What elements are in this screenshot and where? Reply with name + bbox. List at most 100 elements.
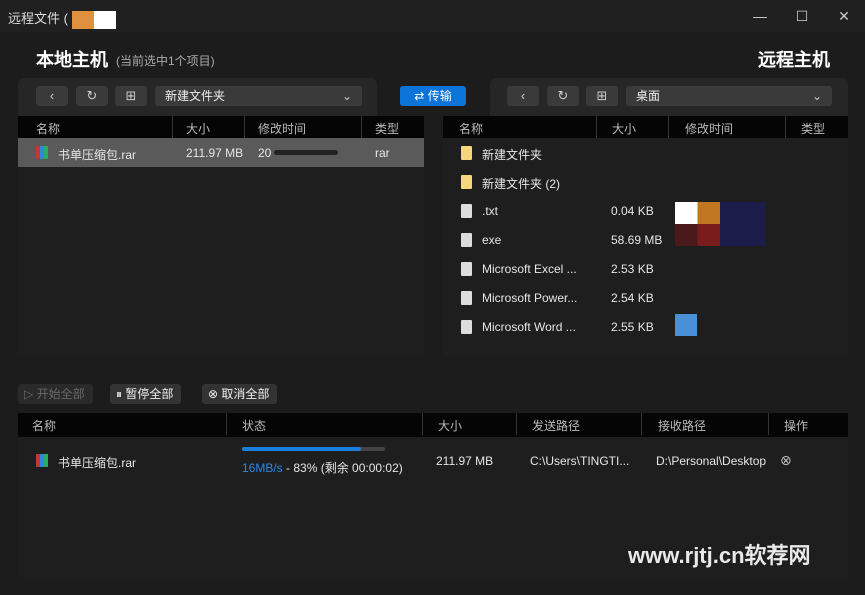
text-file-icon — [461, 204, 472, 218]
file-name: 书单压缩包.rar — [58, 148, 137, 162]
local-path-value: 新建文件夹 — [165, 89, 226, 103]
new-folder-icon[interactable]: ⊞ — [115, 86, 147, 106]
remote-host-title: 远程主机 — [758, 50, 830, 70]
cancel-all-button[interactable]: ⊗ 取消全部 — [202, 384, 278, 404]
table-row[interactable]: 新建文件夹 (2) — [443, 167, 848, 196]
file-size: 0.04 KB — [611, 204, 654, 218]
folder-icon — [461, 146, 472, 160]
cancel-all-label: 取消全部 — [221, 387, 270, 401]
table-row[interactable]: Microsoft Word ... 2.55 KB — [443, 312, 848, 341]
column-size[interactable]: 大小 — [438, 417, 462, 434]
table-header: 名称 大小 修改时间 类型 — [18, 116, 424, 138]
table-row[interactable]: exe 58.69 MB — [443, 225, 848, 254]
file-name: Microsoft Excel ... — [482, 262, 577, 276]
refresh-icon[interactable]: ↻ — [76, 86, 108, 106]
chevron-down-icon: ⌄ — [811, 89, 822, 103]
column-type[interactable]: 类型 — [801, 120, 825, 137]
redacted-block — [675, 224, 720, 246]
remote-path-select[interactable]: 桌面 ⌄ — [626, 86, 832, 106]
rar-file-icon — [36, 454, 48, 467]
redacted-block — [93, 10, 116, 29]
remote-file-table: 名称 大小 修改时间 类型 新建文件夹新建文件夹 (2) .txt 0.04 KB e… — [443, 116, 848, 355]
shortcut-icon — [461, 320, 472, 334]
file-size: 2.55 KB — [611, 320, 654, 334]
file-name: 新建文件夹 (2) — [482, 177, 561, 191]
shortcut-icon — [461, 262, 472, 276]
transfer-row[interactable]: 书单压缩包.rar 16MB/s - 83% (剩余 00:00:02) 211… — [18, 443, 848, 479]
pause-all-label: 暂停全部 — [125, 387, 174, 401]
watermark: www.rjtj.cn软荐网 — [628, 543, 811, 568]
table-row[interactable]: Microsoft Excel ... 2.53 KB — [443, 254, 848, 283]
column-size[interactable]: 大小 — [612, 120, 636, 137]
file-type: rar — [375, 146, 390, 160]
column-dest-path[interactable]: 接收路径 — [658, 417, 706, 434]
column-source-path[interactable]: 发送路径 — [532, 417, 580, 434]
file-modified: 20 — [258, 146, 272, 160]
table-header: 名称 大小 修改时间 类型 — [443, 116, 848, 138]
minimize-button[interactable]: — — [750, 6, 770, 26]
file-name: .txt — [482, 204, 499, 218]
redacted-block — [274, 150, 338, 155]
selection-count: (当前选中1个项目) — [116, 54, 215, 68]
file-name: 书单压缩包.rar — [58, 456, 137, 470]
start-all-button[interactable]: ▷ 开始全部 — [18, 384, 93, 404]
local-host-title: 本地主机 — [36, 50, 108, 70]
table-row[interactable]: 新建文件夹 — [443, 138, 848, 167]
table-row[interactable]: 书单压缩包.rar 211.97 MB 20 rar — [18, 138, 424, 167]
close-button[interactable]: ✕ — [834, 6, 854, 26]
source-path: C:\Users\TINGTI... — [530, 454, 630, 468]
table-row[interactable]: Microsoft Power... 2.54 KB — [443, 283, 848, 312]
column-name[interactable]: 名称 — [36, 120, 60, 137]
local-path-select[interactable]: 新建文件夹 ⌄ — [155, 86, 362, 106]
start-all-label: 开始全部 — [36, 387, 85, 401]
file-size: 211.97 MB — [436, 454, 494, 468]
progress-bar — [242, 447, 385, 451]
transfer-status: - 83% (剩余 00:00:02) — [282, 461, 403, 475]
pause-icon: ⏸ — [116, 387, 126, 401]
pause-all-button[interactable]: ⏸ 暂停全部 — [110, 384, 182, 404]
file-size: 211.97 MB — [186, 146, 244, 160]
column-actions[interactable]: 操作 — [784, 417, 808, 434]
shortcut-icon — [461, 291, 472, 305]
rar-file-icon — [36, 146, 48, 159]
progress-fill — [242, 447, 361, 451]
column-type[interactable]: 类型 — [375, 120, 399, 137]
title-bar: 远程文件 ( — ☐ ✕ — [0, 0, 865, 32]
column-name[interactable]: 名称 — [459, 120, 483, 137]
back-icon[interactable]: ‹ — [36, 86, 68, 106]
file-name: Microsoft Word ... — [482, 320, 576, 334]
cancel-transfer-icon[interactable]: ⊗ — [780, 452, 792, 469]
maximize-button[interactable]: ☐ — [792, 6, 812, 26]
file-size: 2.53 KB — [611, 262, 654, 276]
local-file-table: 名称 大小 修改时间 类型 书单压缩包.rar 211.97 MB 20 rar — [18, 116, 424, 355]
column-name[interactable]: 名称 — [32, 417, 56, 434]
redacted-block — [71, 10, 94, 29]
column-status[interactable]: 状态 — [242, 417, 266, 434]
file-size: 2.54 KB — [611, 291, 654, 305]
transfer-button[interactable]: ⇄ 传输 — [400, 86, 466, 106]
dest-path: D:\Personal\Desktop — [656, 454, 767, 468]
redacted-block — [720, 202, 765, 246]
file-size: 58.69 MB — [611, 233, 663, 247]
table-header: 名称 状态 大小 发送路径 接收路径 操作 — [18, 413, 848, 437]
table-row[interactable]: .txt 0.04 KB — [443, 196, 848, 225]
play-icon: ▷ — [24, 387, 37, 401]
column-modified[interactable]: 修改时间 — [258, 120, 306, 137]
swap-icon: ⇄ — [414, 89, 428, 103]
transfer-label: 传输 — [427, 89, 452, 103]
transfer-speed: 16MB/s — [242, 461, 283, 475]
file-name: Microsoft Power... — [482, 291, 578, 305]
column-modified[interactable]: 修改时间 — [685, 120, 733, 137]
back-icon[interactable]: ‹ — [507, 86, 539, 106]
window-title-text: 远程文件 ( — [8, 11, 68, 26]
redacted-block — [675, 314, 697, 336]
redacted-block — [675, 202, 720, 224]
column-size[interactable]: 大小 — [186, 120, 210, 137]
folder-icon — [461, 175, 472, 189]
file-name: exe — [482, 233, 502, 247]
window-title: 远程文件 ( — [8, 8, 116, 29]
exe-icon — [461, 233, 472, 247]
new-folder-icon[interactable]: ⊞ — [586, 86, 618, 106]
refresh-icon[interactable]: ↻ — [547, 86, 579, 106]
file-name: 新建文件夹 — [482, 148, 543, 162]
